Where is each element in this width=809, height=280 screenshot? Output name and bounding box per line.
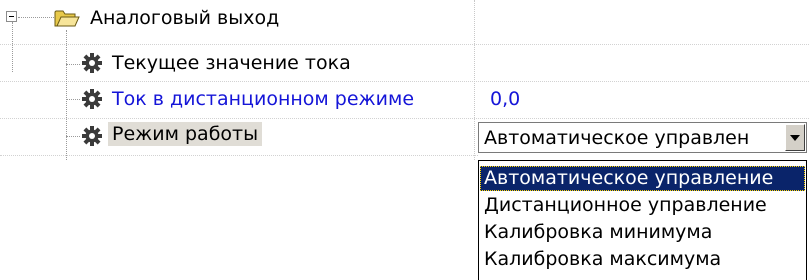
column-divider xyxy=(474,0,475,160)
tree-group-label[interactable]: Аналоговый выход xyxy=(90,6,279,30)
row-divider xyxy=(0,155,478,156)
mode-select-value: Автоматическое управлен xyxy=(484,127,750,149)
folder-open-icon xyxy=(54,10,80,27)
mode-select[interactable]: Автоматическое управлен xyxy=(478,122,807,153)
gear-icon xyxy=(82,126,102,146)
row-divider xyxy=(0,44,809,45)
tree-guide xyxy=(66,64,80,65)
tree-item-current-value[interactable]: Текущее значение тока xyxy=(112,51,351,75)
remote-current-value[interactable]: 0,0 xyxy=(490,87,520,111)
tree-guide xyxy=(66,136,80,137)
chevron-down-icon[interactable] xyxy=(785,124,805,151)
gear-icon xyxy=(82,89,102,109)
dropdown-option-remote[interactable]: Дистанционное управление xyxy=(480,193,805,218)
tree-guide xyxy=(66,30,67,160)
tree-item-operating-mode[interactable]: Режим работы xyxy=(108,122,263,146)
mode-dropdown-list: Автоматическое управление Дистанционное … xyxy=(478,160,807,280)
collapse-minus-icon[interactable] xyxy=(6,11,17,22)
gear-icon xyxy=(82,53,102,73)
row-divider xyxy=(0,118,809,119)
tree-guide xyxy=(66,99,80,100)
dropdown-option-calibrate-max[interactable]: Калибровка максимума xyxy=(480,247,805,272)
tree-guide xyxy=(12,22,13,72)
tree-guide xyxy=(18,17,54,18)
tree-item-remote-current[interactable]: Ток в дистанционном режиме xyxy=(112,87,414,111)
dropdown-option-automatic[interactable]: Автоматическое управление xyxy=(480,166,805,191)
row-divider xyxy=(0,81,809,82)
dropdown-option-calibrate-min[interactable]: Калибровка минимума xyxy=(480,220,805,245)
